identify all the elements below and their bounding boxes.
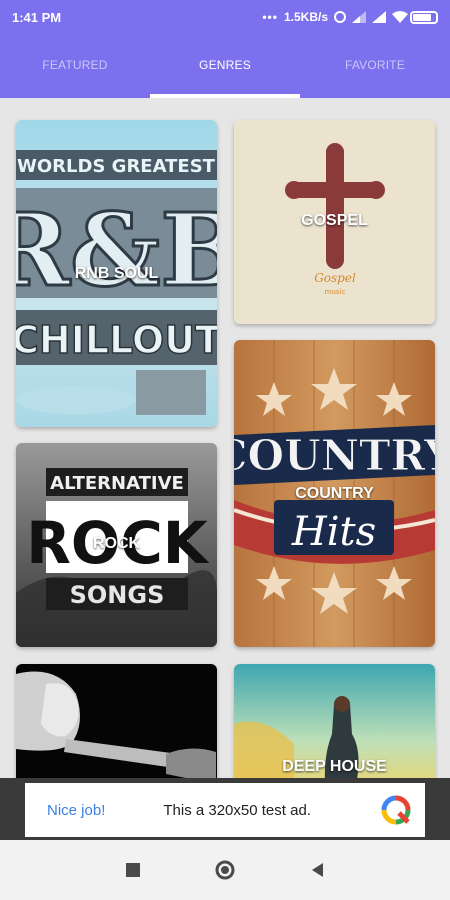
sax-cover-art bbox=[16, 664, 217, 778]
tab-genres[interactable]: GENRES bbox=[150, 58, 300, 72]
ad-cta-link[interactable]: Nice job! bbox=[47, 802, 105, 819]
tab-bar: FEATURED GENRES FAVORITE bbox=[0, 34, 450, 98]
genre-card-gospel[interactable]: Gospel music GOSPEL bbox=[234, 120, 435, 324]
signal-icon bbox=[372, 11, 386, 23]
home-icon[interactable] bbox=[215, 860, 235, 880]
status-time: 1:41 PM bbox=[12, 9, 62, 25]
wifi-icon bbox=[392, 11, 408, 23]
genre-title: DEEP HOUSE bbox=[282, 758, 387, 775]
tab-favorite[interactable]: FAVORITE bbox=[300, 58, 450, 72]
genre-title: RNB SOUL bbox=[74, 265, 159, 282]
status-icons: ••• 1.5KB/s bbox=[262, 10, 438, 24]
more-dots-icon: ••• bbox=[262, 10, 278, 24]
ad-container[interactable]: Nice job! This a 320x50 test ad. bbox=[25, 783, 425, 837]
battery-icon bbox=[410, 10, 438, 24]
ad-logo-icon bbox=[381, 795, 411, 825]
rock-art-line3: SONGS bbox=[70, 581, 165, 609]
rnb-art-line3: CHILLOUT bbox=[16, 318, 217, 362]
alarm-icon bbox=[334, 11, 346, 23]
genre-card-rnb-soul[interactable]: WORLDS GREATEST R&B CHILLOUT RNB SOUL bbox=[16, 120, 217, 427]
genre-title: COUNTRY bbox=[295, 485, 374, 502]
ad-text: This a 320x50 test ad. bbox=[163, 801, 311, 819]
genre-grid: WORLDS GREATEST R&B CHILLOUT RNB SOUL Go… bbox=[0, 98, 450, 778]
genre-card-sax[interactable] bbox=[16, 664, 217, 778]
system-nav-bar bbox=[0, 840, 450, 900]
network-speed: 1.5KB/s bbox=[283, 10, 328, 24]
rnb-art-line1: WORLDS GREATEST bbox=[17, 156, 216, 177]
genre-title: ROCK bbox=[92, 535, 141, 552]
back-icon[interactable] bbox=[308, 860, 328, 880]
genre-title: GOSPEL bbox=[301, 212, 368, 229]
status-bar: 1:41 PM ••• 1.5KB/s bbox=[0, 0, 450, 34]
gospel-art-line2: music bbox=[325, 288, 346, 296]
tab-featured[interactable]: FEATURED bbox=[0, 58, 150, 72]
country-art-line2: Hits bbox=[291, 509, 376, 555]
gospel-art-line1: Gospel bbox=[314, 271, 356, 285]
rnb-art-line2: R&B bbox=[16, 191, 217, 309]
genre-card-country[interactable]: COUNTRY Hits COUNTRY bbox=[234, 340, 435, 647]
recents-icon[interactable] bbox=[123, 860, 143, 880]
country-art-line1: COUNTRY bbox=[234, 431, 435, 480]
genre-card-rock[interactable]: ALTERNATIVE ROCK SONGS ROCK bbox=[16, 443, 217, 647]
genre-card-deep-house[interactable]: DEEP HOUSE bbox=[234, 664, 435, 778]
signal-icon bbox=[352, 11, 366, 23]
rock-art-line1: ALTERNATIVE bbox=[50, 473, 184, 494]
ad-banner: Nice job! This a 320x50 test ad. bbox=[0, 778, 450, 840]
